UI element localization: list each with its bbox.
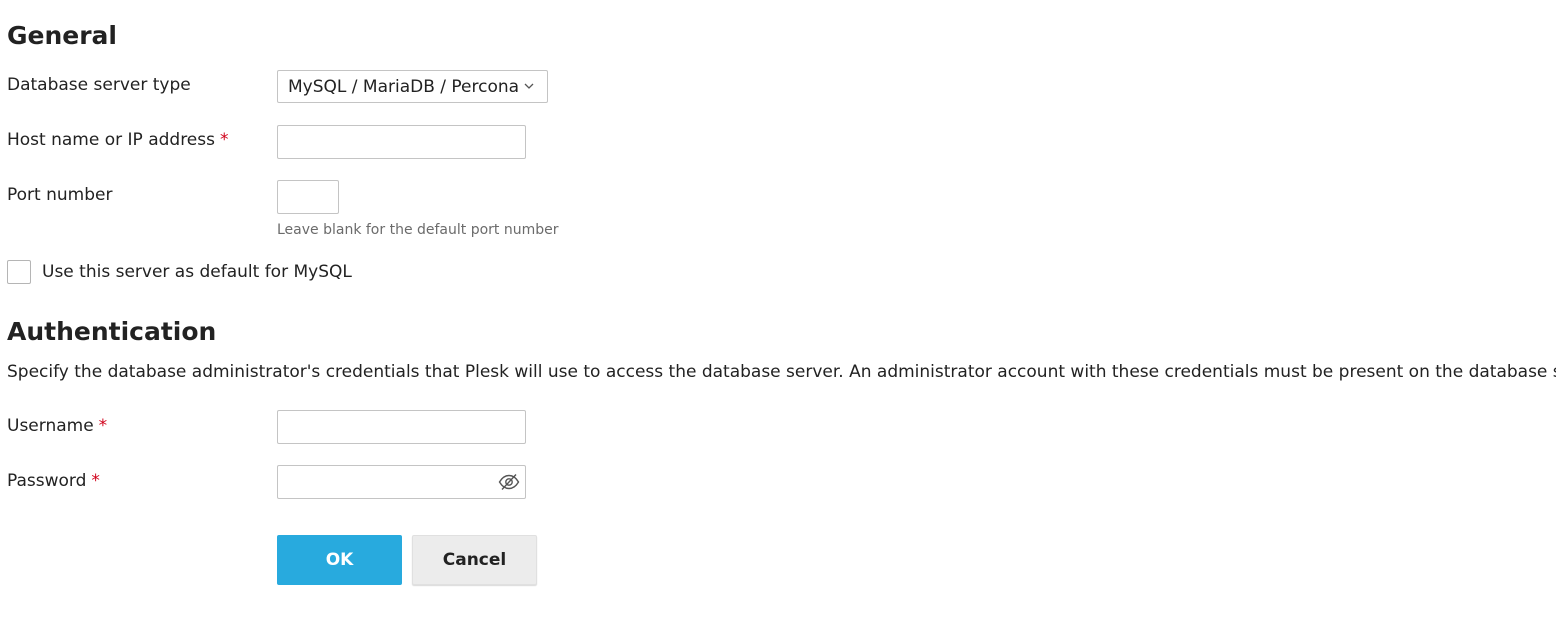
general-section-title: General xyxy=(7,21,117,50)
chevron-down-icon xyxy=(524,83,534,89)
host-label-text: Host name or IP address xyxy=(7,130,215,150)
default-server-checkbox-label[interactable]: Use this server as default for MySQL xyxy=(42,262,352,282)
server-type-label: Database server type xyxy=(7,75,191,95)
username-label-text: Username xyxy=(7,416,94,436)
server-type-select[interactable]: MySQL / MariaDB / Percona xyxy=(277,70,548,103)
server-type-selected-value: MySQL / MariaDB / Percona xyxy=(288,76,520,97)
required-mark: * xyxy=(98,416,108,436)
authentication-description: Specify the database administrator's cre… xyxy=(7,362,1556,382)
password-label-text: Password xyxy=(7,471,87,491)
required-mark: * xyxy=(91,471,100,491)
eye-slash-icon[interactable] xyxy=(498,472,520,492)
port-input[interactable] xyxy=(277,180,339,214)
port-hint: Leave blank for the default port number xyxy=(277,222,559,238)
required-mark: * xyxy=(219,130,229,150)
password-input[interactable] xyxy=(277,465,526,499)
server-type-label-text: Database server type xyxy=(7,75,191,95)
host-label: Host name or IP address * xyxy=(7,130,228,150)
password-label: Password * xyxy=(7,471,100,491)
default-server-checkbox[interactable] xyxy=(7,260,31,284)
authentication-section-title: Authentication xyxy=(7,317,217,346)
ok-button[interactable]: OK xyxy=(277,535,402,585)
username-input[interactable] xyxy=(277,410,526,444)
port-label: Port number xyxy=(7,185,112,205)
host-input[interactable] xyxy=(277,125,526,159)
cancel-button[interactable]: Cancel xyxy=(412,535,537,585)
username-label: Username * xyxy=(7,416,107,436)
port-label-text: Port number xyxy=(7,185,113,205)
